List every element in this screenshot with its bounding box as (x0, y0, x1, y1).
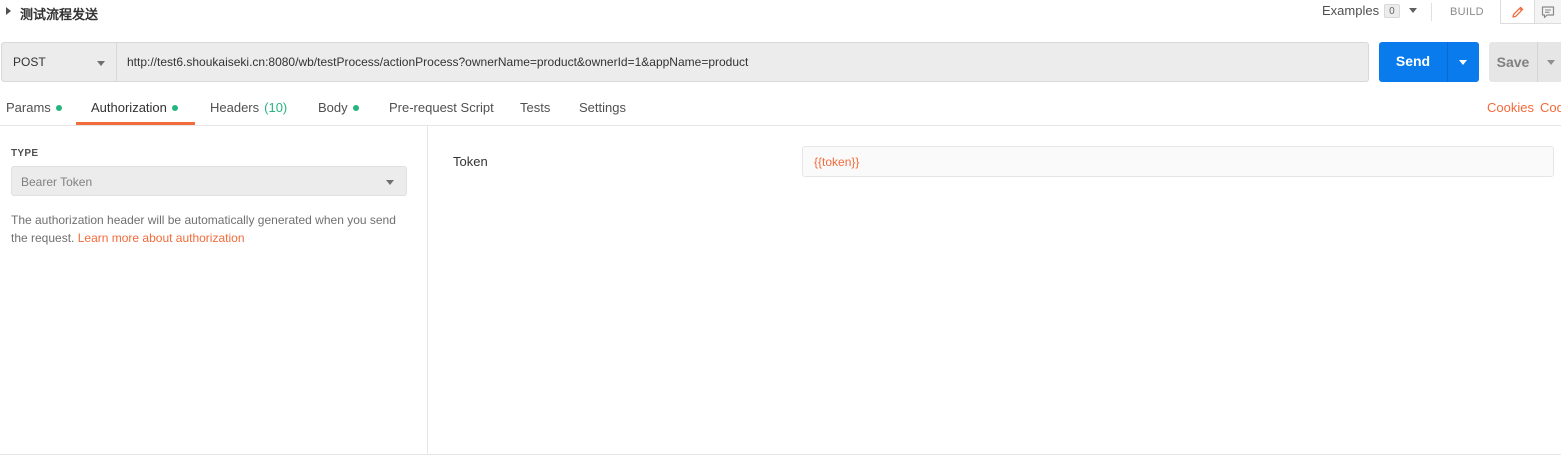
auth-description: The authorization header will be automat… (11, 211, 411, 247)
examples-label: Examples (1322, 3, 1380, 18)
tabs-divider (0, 125, 1561, 126)
save-divider (1537, 42, 1538, 82)
comments-button[interactable] (1535, 0, 1561, 24)
auth-type-select[interactable]: Bearer Token (11, 166, 407, 196)
tab-headers[interactable]: Headers (10) (210, 100, 287, 115)
tab-label: Headers (210, 100, 260, 115)
url-input[interactable]: http://test6.shoukaiseki.cn:8080/wb/test… (117, 42, 1369, 82)
tab-label: Params (6, 100, 51, 115)
send-label: Send (1395, 53, 1431, 69)
request-tabs: Params Authorization Headers (10) Body P… (0, 96, 1561, 126)
cookies-link[interactable]: Cookies (1487, 100, 1534, 115)
tab-tests[interactable]: Tests (520, 100, 550, 115)
send-button[interactable]: Send (1379, 42, 1479, 82)
pencil-icon (1511, 6, 1523, 18)
auth-type-label: TYPE (11, 148, 39, 159)
token-input[interactable]: {{token}} (802, 146, 1554, 177)
tab-body[interactable]: Body (318, 100, 359, 115)
chevron-down-icon (97, 61, 105, 66)
request-name[interactable]: 测试流程发送 (20, 4, 98, 23)
tab-params[interactable]: Params (6, 100, 62, 115)
header-divider (1431, 3, 1432, 21)
tab-label: Tests (520, 100, 551, 115)
bottom-divider (0, 454, 1561, 455)
build-mode-label: BUILD (1450, 6, 1484, 18)
token-label: Token (453, 154, 488, 169)
send-options-chevron-icon[interactable] (1459, 60, 1467, 65)
chevron-down-icon (386, 180, 394, 185)
method-select[interactable]: POST (1, 42, 117, 82)
tab-pre-request-script[interactable]: Pre-request Script (389, 100, 494, 115)
code-link[interactable]: Cod (1540, 100, 1561, 115)
tab-count: (10) (264, 100, 288, 115)
send-divider (1447, 42, 1448, 82)
tab-label: Authorization (91, 100, 167, 115)
request-header-bar: 测试流程发送 Examples 0 BUILD (0, 0, 1561, 26)
tab-label: Body (318, 100, 348, 115)
tab-settings[interactable]: Settings (579, 100, 626, 115)
save-button[interactable]: Save (1489, 42, 1561, 82)
save-options-chevron-icon[interactable] (1547, 60, 1555, 65)
tab-label: Settings (579, 100, 626, 115)
token-value: {{token}} (814, 155, 860, 169)
tab-authorization[interactable]: Authorization (91, 100, 178, 115)
url-value: http://test6.shoukaiseki.cn:8080/wb/test… (127, 55, 749, 69)
comment-icon (1541, 5, 1555, 18)
save-label: Save (1496, 54, 1530, 70)
examples-count-badge: 0 (1384, 3, 1400, 18)
auth-type-value: Bearer Token (21, 175, 93, 189)
pane-divider (427, 126, 428, 454)
learn-more-link[interactable]: Learn more about authorization (78, 231, 245, 245)
edit-mode-button[interactable] (1500, 0, 1535, 24)
chevron-down-icon (1408, 8, 1417, 13)
tab-label: Pre-request Script (389, 100, 494, 115)
status-dot-icon (352, 104, 359, 111)
examples-dropdown[interactable]: Examples 0 (1322, 3, 1417, 18)
status-dot-icon (171, 104, 178, 111)
status-dot-icon (55, 104, 62, 111)
method-value: POST (13, 55, 46, 69)
collapse-caret-icon[interactable] (6, 7, 11, 15)
